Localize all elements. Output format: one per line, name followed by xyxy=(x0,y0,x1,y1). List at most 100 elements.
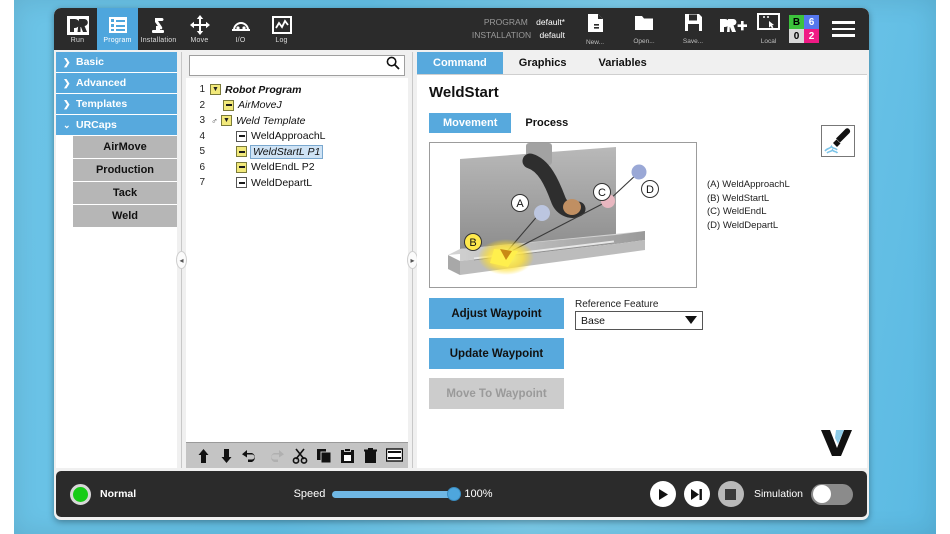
row-label: AirMoveJ xyxy=(238,99,282,111)
stop-button[interactable] xyxy=(718,481,744,507)
reference-feature-group: Reference Feature Base xyxy=(575,298,703,330)
table-row[interactable]: 6 WeldEndL P2 xyxy=(190,160,406,176)
move-down-icon[interactable] xyxy=(219,448,234,464)
sidebar-item-airmove[interactable]: AirMove xyxy=(73,136,177,159)
table-row[interactable]: 3 ♂ ▼ Weld Template xyxy=(190,113,406,129)
row-number: 2 xyxy=(190,100,205,111)
io-cell-0: B xyxy=(789,15,804,29)
command-panel: WeldStart Movement Process xyxy=(417,74,867,468)
pin-icon: ♂ xyxy=(210,116,219,126)
collapse-sidebar-handle[interactable]: ◂ xyxy=(176,251,187,269)
ur-logo-icon xyxy=(67,15,89,36)
program-tree[interactable]: 1 ▼ Robot Program 2 AirMoveJ 3 ♂ ▼ Weld … xyxy=(186,78,408,442)
nav-tab-move[interactable]: Move xyxy=(179,8,220,50)
row-label: WeldEndL P2 xyxy=(251,161,315,173)
status-led-icon xyxy=(70,484,91,505)
header-right-tools: Local B 6 0 2 xyxy=(718,8,869,50)
nav-tab-run[interactable]: Run xyxy=(58,8,97,50)
search-box[interactable] xyxy=(189,55,405,76)
row-label: Weld Template xyxy=(236,115,305,127)
nav-tab-installation[interactable]: Installation xyxy=(138,8,179,50)
expand-triangle-icon[interactable]: ▼ xyxy=(221,115,232,126)
reference-feature-select[interactable]: Base xyxy=(575,311,703,330)
tree-splitter[interactable]: ▸ xyxy=(408,52,417,468)
subtab-process[interactable]: Process xyxy=(511,113,582,133)
node-dash-icon xyxy=(236,162,247,173)
program-key: PROGRAM xyxy=(484,17,528,27)
weld-torch-icon[interactable] xyxy=(821,125,855,157)
sidebar-item-production[interactable]: Production xyxy=(73,159,177,182)
table-row[interactable]: 5 WeldStartL P1 xyxy=(190,144,406,160)
sidebar-item-advanced-label: Advanced xyxy=(76,77,126,89)
local-button[interactable]: Local xyxy=(757,13,780,45)
new-button[interactable]: New... xyxy=(576,13,614,46)
play-button[interactable] xyxy=(650,481,676,507)
waypoint-controls: Adjust Waypoint Update Waypoint Move To … xyxy=(429,298,855,409)
reference-feature-value: Base xyxy=(581,315,605,327)
simulation-toggle[interactable] xyxy=(811,484,853,505)
burger-line-2 xyxy=(832,28,855,31)
weld-path-illustration[interactable]: A B C D xyxy=(429,142,697,288)
subtab-movement[interactable]: Movement xyxy=(429,113,511,133)
chevron-down-icon: ⌄ xyxy=(63,120,72,131)
speed-slider-knob[interactable] xyxy=(447,487,461,501)
command-sidebar: ❯ Basic ❯ Advanced ❯ Templates ⌄ URCaps … xyxy=(56,52,177,468)
paste-icon[interactable] xyxy=(340,448,355,464)
io-cell-1: 6 xyxy=(804,15,819,29)
delete-icon[interactable] xyxy=(363,448,378,464)
nav-tab-io[interactable]: I/O xyxy=(220,8,261,50)
row-number: 1 xyxy=(190,84,205,95)
sidebar-item-advanced[interactable]: ❯ Advanced xyxy=(56,73,177,94)
sidebar-item-basic[interactable]: ❯ Basic xyxy=(56,52,177,73)
tab-variables[interactable]: Variables xyxy=(582,52,662,74)
top-header-bar: Run Program Installation Move xyxy=(54,8,869,50)
new-file-icon xyxy=(587,13,604,38)
urplus-icon[interactable] xyxy=(718,17,748,41)
sidebar-item-templates[interactable]: ❯ Templates xyxy=(56,94,177,115)
move-up-icon[interactable] xyxy=(196,448,211,464)
sidebar-item-weld[interactable]: Weld xyxy=(73,205,177,228)
update-waypoint-button[interactable]: Update Waypoint xyxy=(429,338,564,369)
simulation-toggle-group: Simulation xyxy=(754,484,853,505)
row-number: 4 xyxy=(190,131,205,142)
search-input[interactable] xyxy=(194,60,386,72)
cut-icon[interactable] xyxy=(292,448,308,464)
legend-item-b: (B) WeldStartL xyxy=(707,192,790,206)
table-row[interactable]: 1 ▼ Robot Program xyxy=(190,82,406,98)
expand-triangle-icon[interactable]: ▼ xyxy=(210,84,221,95)
log-chart-icon xyxy=(272,15,292,36)
undo-icon[interactable] xyxy=(242,448,259,464)
new-button-label: New... xyxy=(586,39,604,46)
sidebar-item-templates-label: Templates xyxy=(76,98,127,110)
chevron-right-icon: ❯ xyxy=(63,78,72,89)
table-row[interactable]: 4 WeldApproachL xyxy=(190,129,406,145)
nav-tab-program[interactable]: Program xyxy=(97,8,138,50)
nav-tab-log-label: Log xyxy=(275,37,287,44)
speed-control: Speed 100% xyxy=(146,488,640,500)
adjust-waypoint-button[interactable]: Adjust Waypoint xyxy=(429,298,564,329)
search-icon[interactable] xyxy=(386,56,400,75)
svg-text:D: D xyxy=(646,184,654,196)
robot-status[interactable]: Normal xyxy=(70,484,136,505)
sidebar-item-urcaps[interactable]: ⌄ URCaps xyxy=(56,115,177,136)
sidebar-item-tack[interactable]: Tack xyxy=(73,182,177,205)
robot-arm-icon xyxy=(149,15,169,36)
command-panel-column: Command Graphics Variables WeldStart Mov… xyxy=(417,52,867,468)
open-button[interactable]: Open... xyxy=(625,13,663,45)
speed-label: Speed xyxy=(294,488,326,500)
sidebar-splitter[interactable]: ◂ xyxy=(177,52,186,468)
speed-slider[interactable] xyxy=(332,491,457,498)
tab-graphics[interactable]: Graphics xyxy=(503,52,583,74)
step-button[interactable] xyxy=(684,481,710,507)
hamburger-menu-icon[interactable] xyxy=(828,17,859,41)
table-row[interactable]: 7 WeldDepartL xyxy=(190,175,406,191)
io-status-grid[interactable]: B 6 0 2 xyxy=(789,15,819,43)
io-cell-3: 2 xyxy=(804,29,819,43)
table-row[interactable]: 2 AirMoveJ xyxy=(190,98,406,114)
copy-icon[interactable] xyxy=(316,448,332,464)
node-dash-icon xyxy=(236,131,247,142)
nav-tab-log[interactable]: Log xyxy=(261,8,302,50)
save-button[interactable]: Save... xyxy=(674,13,712,45)
suppress-icon[interactable] xyxy=(386,448,403,463)
tab-command[interactable]: Command xyxy=(417,52,503,74)
